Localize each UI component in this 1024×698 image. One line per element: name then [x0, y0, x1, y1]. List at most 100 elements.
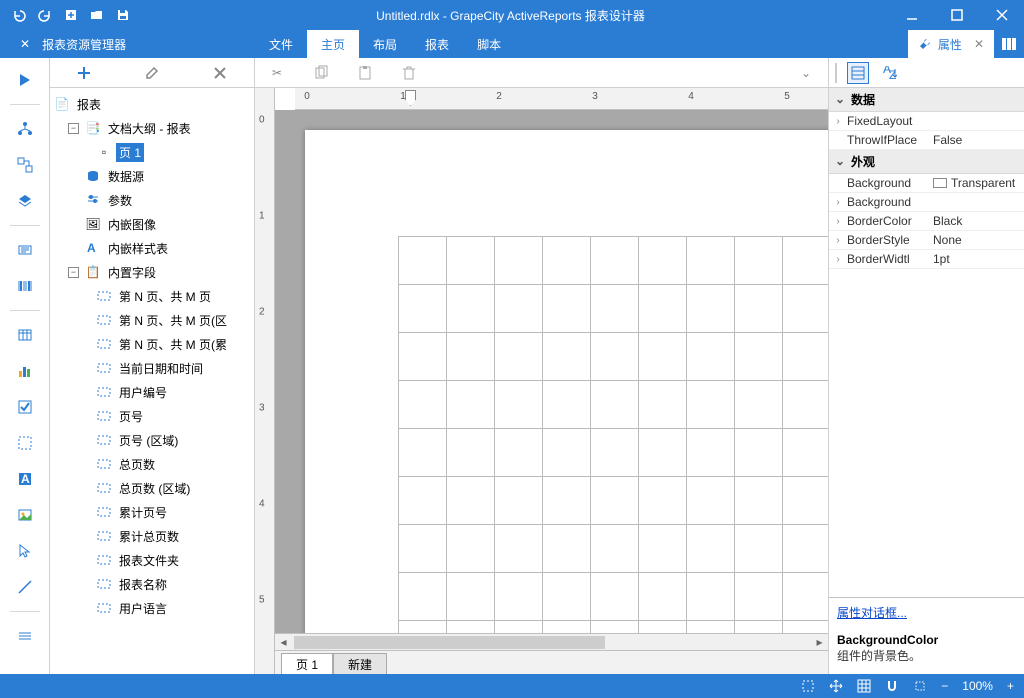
undo-button[interactable]: [10, 6, 28, 24]
textbox-tool[interactable]: [8, 236, 42, 264]
prop-fixedlayout[interactable]: ›FixedLayout: [829, 112, 1024, 131]
tree-field[interactable]: 用户编号: [54, 380, 254, 404]
zoom-in-button[interactable]: +: [1007, 679, 1014, 693]
tree-field[interactable]: 总页数: [54, 452, 254, 476]
tree-outline[interactable]: −📑文档大纲 - 报表: [54, 116, 254, 140]
new-button[interactable]: [62, 6, 80, 24]
tab-file[interactable]: 文件: [255, 30, 307, 58]
line-tool[interactable]: [8, 573, 42, 601]
prop-backgroundcolor[interactable]: BackgroundTransparent: [829, 174, 1024, 193]
tree-field[interactable]: 当前日期和时间: [54, 356, 254, 380]
tab-layout[interactable]: 布局: [359, 30, 411, 58]
alphabetical-view-button[interactable]: AZ: [879, 62, 901, 84]
prop-bordercolor[interactable]: ›BorderColorBlack: [829, 212, 1024, 231]
chart-tool[interactable]: [8, 357, 42, 385]
tree-styles[interactable]: A内嵌样式表: [54, 236, 254, 260]
more-tools-icon[interactable]: [8, 622, 42, 650]
tree-field[interactable]: 累计总页数: [54, 524, 254, 548]
prop-borderstyle[interactable]: ›BorderStyleNone: [829, 231, 1024, 250]
snap-toggle-icon[interactable]: [885, 679, 899, 693]
image-tool[interactable]: [8, 501, 42, 529]
tree-field[interactable]: 报表文件夹: [54, 548, 254, 572]
tab-script[interactable]: 脚本: [463, 30, 515, 58]
barcode-tool[interactable]: [8, 272, 42, 300]
add-button[interactable]: [72, 61, 96, 85]
properties-grid[interactable]: ⌄数据 ›FixedLayout ThrowIfPlaceFalse ⌄外观 B…: [829, 88, 1024, 597]
pointer-tool[interactable]: [8, 537, 42, 565]
checkbox-tool[interactable]: [8, 393, 42, 421]
chevron-down-icon[interactable]: ⌄: [794, 61, 818, 85]
table-tool[interactable]: [8, 321, 42, 349]
category-data[interactable]: ⌄数据: [829, 88, 1024, 112]
explorer-panel: 📄报表 −📑文档大纲 - 报表 ▫页 1 数据源 参数 🖼内嵌图像 A内嵌样式表…: [50, 58, 255, 674]
prop-borderwidth[interactable]: ›BorderWidtl1pt: [829, 250, 1024, 269]
page-tab-new[interactable]: 新建: [333, 653, 387, 674]
minimize-button[interactable]: [889, 0, 934, 30]
tab-properties[interactable]: 属性 ✕: [908, 30, 994, 58]
tree-field[interactable]: 页号 (区域): [54, 428, 254, 452]
wrench-icon: [918, 37, 932, 51]
edit-button[interactable]: [140, 61, 164, 85]
properties-dialog-link[interactable]: 属性对话框...: [837, 606, 907, 620]
canvas-area[interactable]: [275, 110, 828, 633]
field-icon: [96, 504, 112, 520]
prop-background[interactable]: ›Background: [829, 193, 1024, 212]
close-icon[interactable]: ✕: [974, 37, 984, 51]
svg-text:A: A: [21, 472, 30, 486]
image-icon: 🖼: [85, 216, 101, 232]
open-button[interactable]: [88, 6, 106, 24]
explorer-title: 报表资源管理器: [42, 36, 126, 53]
tree-root[interactable]: 📄报表: [54, 92, 254, 116]
group-icon[interactable]: [8, 151, 42, 179]
prop-desc-title: BackgroundColor: [837, 633, 1016, 647]
tab-report[interactable]: 报表: [411, 30, 463, 58]
zoom-out-button[interactable]: −: [941, 679, 948, 693]
explorer-tree[interactable]: 📄报表 −📑文档大纲 - 报表 ▫页 1 数据源 参数 🖼内嵌图像 A内嵌样式表…: [50, 88, 254, 674]
prop-throwifplace[interactable]: ThrowIfPlaceFalse: [829, 131, 1024, 150]
pan-mode-icon[interactable]: [829, 679, 843, 693]
hierarchy-icon[interactable]: [8, 115, 42, 143]
tree-field[interactable]: 第 N 页、共 M 页(累: [54, 332, 254, 356]
design-grid[interactable]: [398, 236, 828, 633]
tree-builtin[interactable]: −📋内置字段: [54, 260, 254, 284]
maximize-button[interactable]: [934, 0, 979, 30]
tree-field[interactable]: 累计页号: [54, 500, 254, 524]
save-button[interactable]: [114, 6, 132, 24]
tree-field[interactable]: 报表名称: [54, 572, 254, 596]
page-tab-1[interactable]: 页 1: [281, 653, 333, 674]
tree-field[interactable]: 页号: [54, 404, 254, 428]
select-mode-icon[interactable]: [801, 679, 815, 693]
horizontal-scrollbar[interactable]: ◂▸: [275, 633, 828, 650]
zoom-level[interactable]: 100%: [962, 679, 993, 693]
trash-button[interactable]: [397, 61, 421, 85]
tree-page1[interactable]: ▫页 1: [54, 140, 254, 164]
paste-button[interactable]: [353, 61, 377, 85]
copy-button[interactable]: [309, 61, 333, 85]
category-appearance[interactable]: ⌄外观: [829, 150, 1024, 174]
grid-toggle-icon[interactable]: [857, 679, 871, 693]
categorized-view-button[interactable]: [847, 62, 869, 84]
tree-images[interactable]: 🖼内嵌图像: [54, 212, 254, 236]
delete-button[interactable]: [208, 61, 232, 85]
dimensions-icon[interactable]: [913, 679, 927, 693]
container-tool[interactable]: [8, 429, 42, 457]
cut-button[interactable]: ✂: [265, 61, 289, 85]
field-icon: [96, 552, 112, 568]
field-icon: [96, 480, 112, 496]
tree-field[interactable]: 用户语言: [54, 596, 254, 620]
tree-field[interactable]: 第 N 页、共 M 页: [54, 284, 254, 308]
layers-icon[interactable]: [8, 187, 42, 215]
explorer-close-icon[interactable]: ✕: [20, 37, 30, 51]
field-icon: [96, 312, 112, 328]
tree-field[interactable]: 总页数 (区域): [54, 476, 254, 500]
tree-datasource[interactable]: 数据源: [54, 164, 254, 188]
panels-icon[interactable]: [994, 30, 1024, 58]
run-button[interactable]: [8, 66, 42, 94]
tree-params[interactable]: 参数: [54, 188, 254, 212]
close-button[interactable]: [979, 0, 1024, 30]
richtext-tool[interactable]: A: [8, 465, 42, 493]
redo-button[interactable]: [36, 6, 54, 24]
statusbar: − 100% +: [0, 674, 1024, 698]
tree-field[interactable]: 第 N 页、共 M 页(区: [54, 308, 254, 332]
tab-home[interactable]: 主页: [307, 30, 359, 58]
